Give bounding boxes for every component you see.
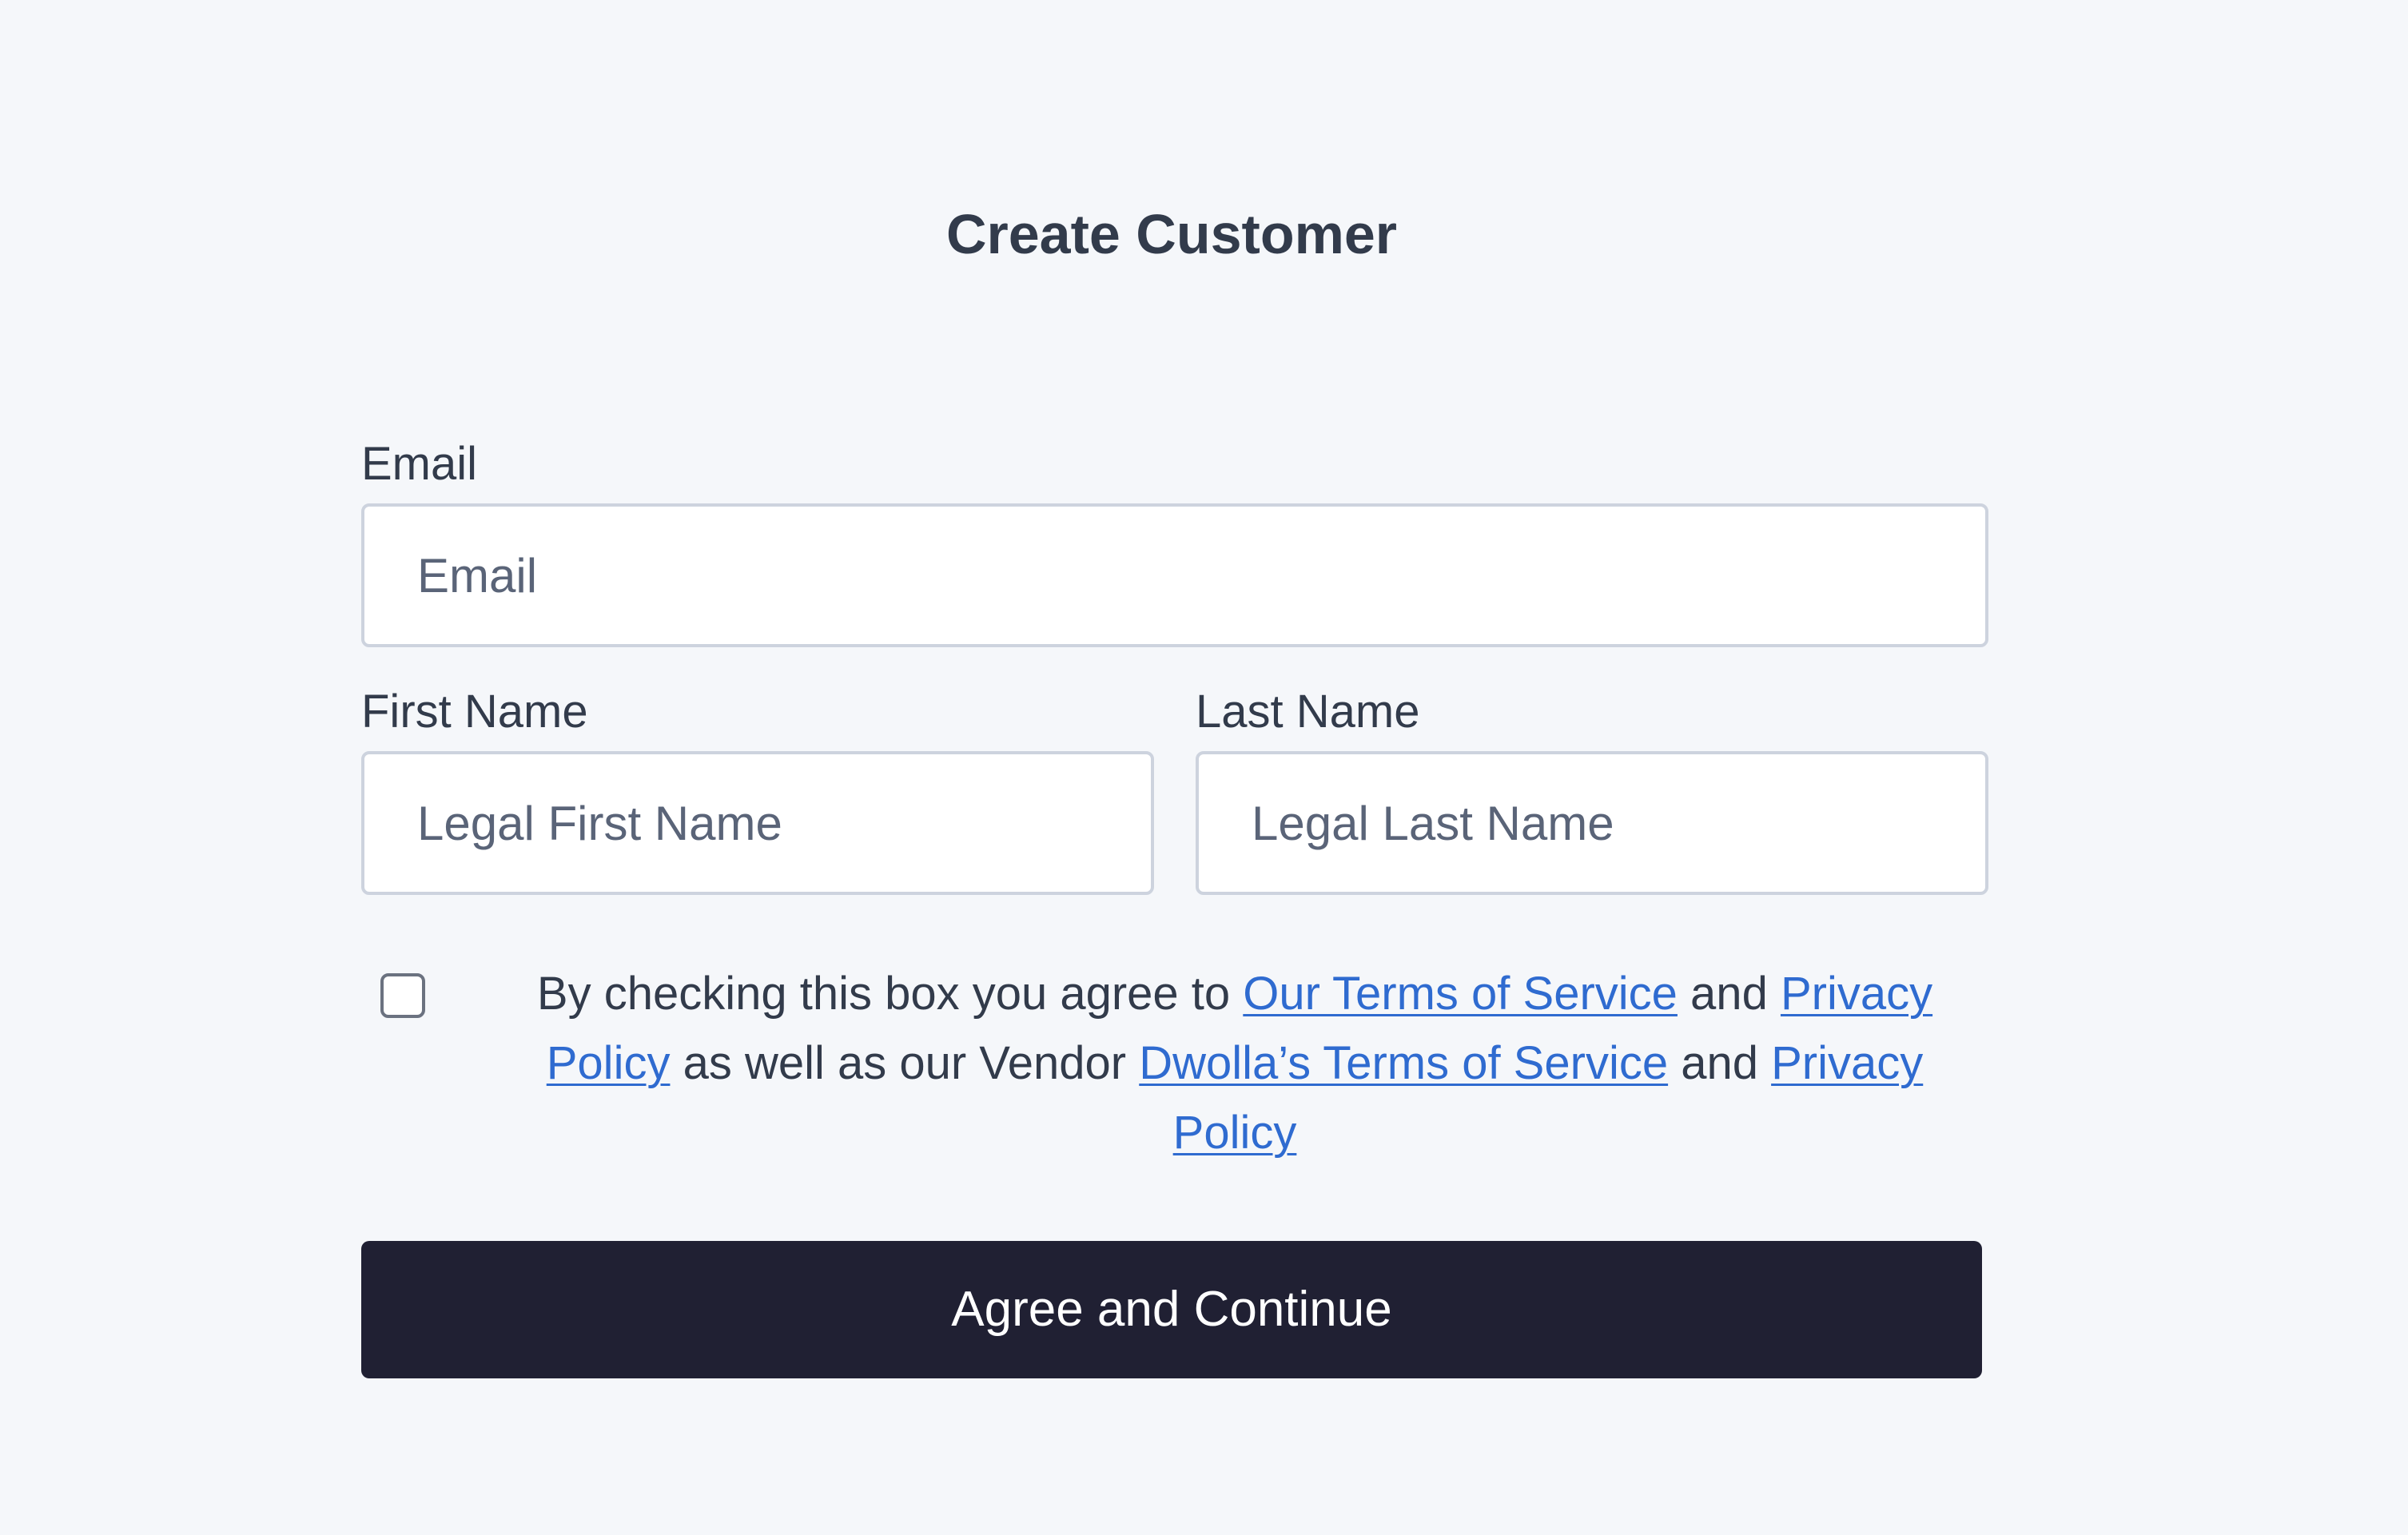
- create-customer-page: Create Customer Email First Name Last Na…: [0, 0, 2408, 1535]
- consent-text-part: and: [1668, 1037, 1772, 1089]
- terms-of-service-link[interactable]: Our Terms of Service: [1243, 968, 1678, 1020]
- consent-text-part: By checking this box you agree to: [536, 968, 1244, 1020]
- page-title: Create Customer: [945, 203, 1398, 265]
- last-name-field[interactable]: [1196, 751, 1988, 895]
- email-field-group: Email: [361, 431, 1988, 647]
- first-name-label: First Name: [361, 686, 588, 738]
- last-name-field-group: Last Name: [1196, 679, 1988, 895]
- last-name-label: Last Name: [1196, 686, 1420, 738]
- dwolla-terms-of-service-link[interactable]: Dwolla’s Terms of Service: [1139, 1037, 1668, 1089]
- agree-and-continue-button[interactable]: Agree and Continue: [361, 1241, 1982, 1378]
- email-label: Email: [361, 438, 478, 490]
- consent-checkbox[interactable]: [380, 973, 425, 1018]
- email-field[interactable]: [361, 503, 1988, 647]
- consent-text-part: as well as our Vendor: [670, 1037, 1140, 1089]
- name-row: First Name Last Name: [361, 679, 1988, 895]
- first-name-field-group: First Name: [361, 679, 1154, 895]
- consent-section: By checking this box you agree to Our Te…: [361, 959, 1988, 1159]
- consent-text-part: and: [1677, 968, 1781, 1020]
- consent-text: By checking this box you agree to Our Te…: [481, 959, 1988, 1167]
- first-name-field[interactable]: [361, 751, 1154, 895]
